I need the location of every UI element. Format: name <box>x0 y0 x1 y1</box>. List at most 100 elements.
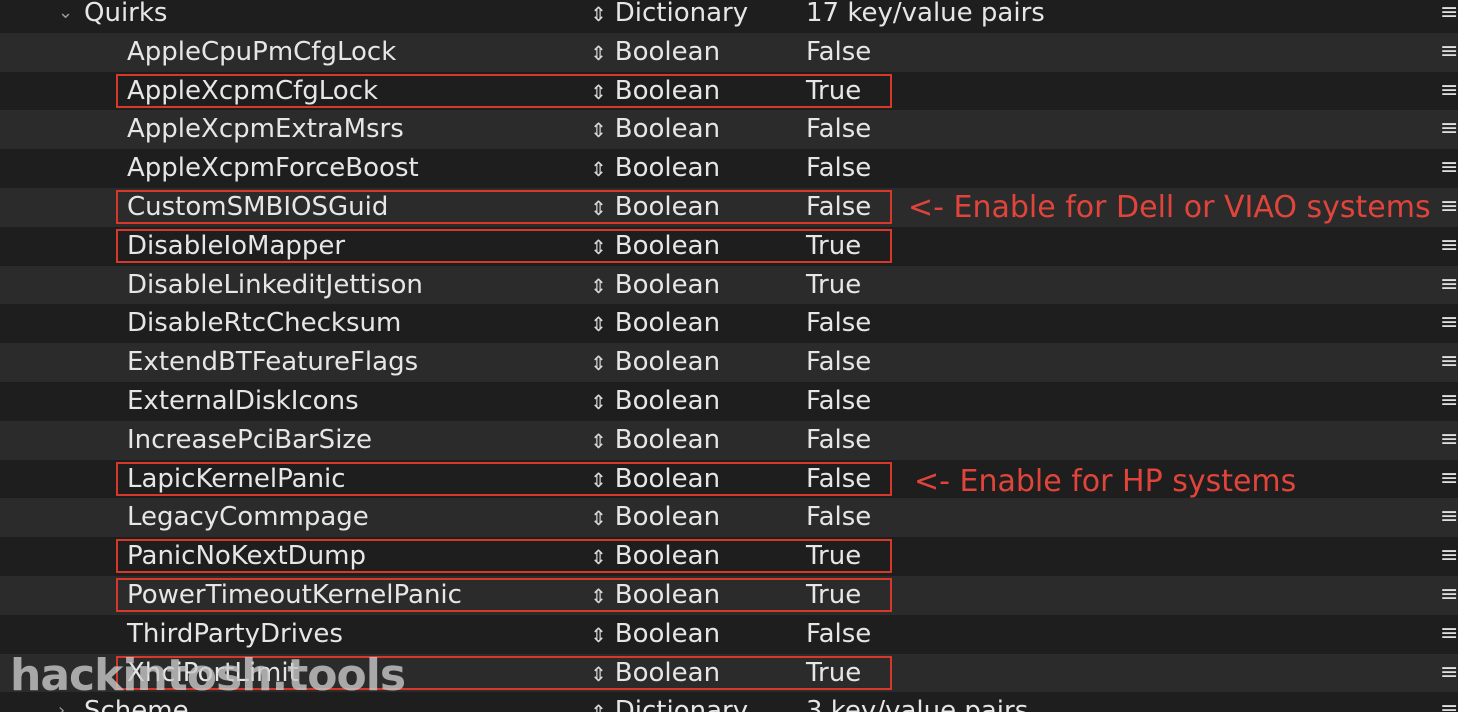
hamburger-menu-icon[interactable]: ≡ <box>1440 498 1458 537</box>
chevron-down-icon[interactable]: ⌄ <box>58 0 73 33</box>
hamburger-menu-icon[interactable]: ≡ <box>1440 537 1458 576</box>
updown-arrow-icon[interactable]: ⇕ <box>590 662 607 686</box>
row-key[interactable]: PowerTimeoutKernelPanic <box>127 576 462 615</box>
row-value[interactable]: True <box>806 266 861 305</box>
row-value[interactable]: False <box>806 343 871 382</box>
row-key[interactable]: ExternalDiskIcons <box>127 382 359 421</box>
row-value[interactable]: False <box>806 149 871 188</box>
hamburger-menu-icon[interactable]: ≡ <box>1440 692 1458 712</box>
hamburger-menu-icon[interactable]: ≡ <box>1440 615 1458 654</box>
row-key[interactable]: PanicNoKextDump <box>127 537 366 576</box>
row-key[interactable]: IncreasePciBarSize <box>127 421 372 460</box>
updown-arrow-icon[interactable]: ⇕ <box>590 312 607 336</box>
row-type[interactable]: ⇕ Boolean <box>590 460 720 500</box>
hamburger-menu-icon[interactable]: ≡ <box>1440 343 1458 382</box>
table-row-quirks[interactable]: ⌄ Quirks ⇕ Dictionary 17 key/value pairs … <box>0 0 1458 33</box>
hamburger-menu-icon[interactable]: ≡ <box>1440 110 1458 149</box>
table-row[interactable]: DisableIoMapper ⇕ Boolean True ≡ <box>0 226 1458 267</box>
updown-arrow-icon[interactable]: ⇕ <box>590 700 607 712</box>
row-value[interactable]: False <box>806 460 871 499</box>
row-key[interactable]: LapicKernelPanic <box>127 460 346 499</box>
updown-arrow-icon[interactable]: ⇕ <box>590 41 607 65</box>
row-type[interactable]: ⇕ Boolean <box>590 149 720 189</box>
updown-arrow-icon[interactable]: ⇕ <box>590 118 607 142</box>
row-value[interactable]: False <box>806 615 871 654</box>
row-type[interactable]: ⇕ Boolean <box>590 110 720 150</box>
row-key[interactable]: AppleXcpmExtraMsrs <box>127 110 404 149</box>
hamburger-menu-icon[interactable]: ≡ <box>1440 33 1458 72</box>
row-type[interactable]: ⇕ Boolean <box>590 654 720 694</box>
row-key[interactable]: AppleXcpmForceBoost <box>127 149 419 188</box>
row-value[interactable]: False <box>806 188 871 227</box>
row-type[interactable]: ⇕ Boolean <box>590 382 720 422</box>
table-row[interactable]: PanicNoKextDump ⇕ Boolean True ≡ <box>0 537 1458 576</box>
row-key[interactable]: DisableLinkeditJettison <box>127 266 423 305</box>
hamburger-menu-icon[interactable]: ≡ <box>1440 227 1458 266</box>
row-type[interactable]: ⇕ Boolean <box>590 343 720 383</box>
hamburger-menu-icon[interactable]: ≡ <box>1440 0 1458 33</box>
row-key[interactable]: ThirdPartyDrives <box>127 615 343 654</box>
hamburger-menu-icon[interactable]: ≡ <box>1440 421 1458 460</box>
updown-arrow-icon[interactable]: ⇕ <box>590 506 607 530</box>
table-row[interactable]: IncreasePciBarSize ⇕ Boolean False ≡ <box>0 420 1458 461</box>
hamburger-menu-icon[interactable]: ≡ <box>1440 72 1458 111</box>
updown-arrow-icon[interactable]: ⇕ <box>590 351 607 375</box>
row-key[interactable]: AppleXcpmCfgLock <box>127 72 378 111</box>
row-type[interactable]: ⇕ Boolean <box>590 498 720 538</box>
table-row[interactable]: AppleXcpmForceBoost ⇕ Boolean False ≡ <box>0 149 1458 188</box>
hamburger-menu-icon[interactable]: ≡ <box>1440 266 1458 305</box>
updown-arrow-icon[interactable]: ⇕ <box>590 80 607 104</box>
row-key[interactable]: CustomSMBIOSGuid <box>127 188 388 227</box>
table-row[interactable]: AppleXcpmCfgLock ⇕ Boolean True ≡ <box>0 71 1458 111</box>
row-key[interactable]: DisableRtcChecksum <box>127 304 401 343</box>
table-row[interactable]: AppleCpuPmCfgLock ⇕ Boolean False ≡ <box>0 32 1458 73</box>
table-row[interactable]: AppleXcpmExtraMsrs ⇕ Boolean False ≡ <box>0 110 1458 150</box>
hamburger-menu-icon[interactable]: ≡ <box>1440 304 1458 343</box>
row-type[interactable]: ⇕ Boolean <box>590 537 720 577</box>
row-type[interactable]: ⇕ Boolean <box>590 266 720 306</box>
row-value[interactable]: False <box>806 382 871 421</box>
row-key[interactable]: Quirks <box>84 0 167 33</box>
table-row[interactable]: ThirdPartyDrives ⇕ Boolean False ≡ <box>0 614 1458 655</box>
row-value[interactable]: True <box>806 537 861 576</box>
row-type[interactable]: ⇕ Boolean <box>590 188 720 228</box>
row-type[interactable]: ⇕ Boolean <box>590 227 720 267</box>
table-row[interactable]: DisableLinkeditJettison ⇕ Boolean True ≡ <box>0 265 1458 306</box>
row-type[interactable]: ⇕ Boolean <box>590 576 720 616</box>
table-row[interactable]: PowerTimeoutKernelPanic ⇕ Boolean True ≡ <box>0 575 1458 616</box>
row-type[interactable]: ⇕ Dictionary <box>590 0 748 34</box>
row-value[interactable]: False <box>806 421 871 460</box>
row-key[interactable]: LegacyCommpage <box>127 498 369 537</box>
updown-arrow-icon[interactable]: ⇕ <box>590 429 607 453</box>
row-value[interactable]: False <box>806 110 871 149</box>
row-value[interactable]: False <box>806 304 871 343</box>
hamburger-menu-icon[interactable]: ≡ <box>1440 576 1458 615</box>
updown-arrow-icon[interactable]: ⇕ <box>590 157 607 181</box>
hamburger-menu-icon[interactable]: ≡ <box>1440 654 1458 693</box>
updown-arrow-icon[interactable]: ⇕ <box>590 196 607 220</box>
row-type[interactable]: ⇕ Boolean <box>590 421 720 461</box>
updown-arrow-icon[interactable]: ⇕ <box>590 584 607 608</box>
updown-arrow-icon[interactable]: ⇕ <box>590 545 607 569</box>
row-value[interactable]: True <box>806 654 861 693</box>
hamburger-menu-icon[interactable]: ≡ <box>1440 149 1458 188</box>
row-type[interactable]: ⇕ Boolean <box>590 615 720 655</box>
updown-arrow-icon[interactable]: ⇕ <box>590 390 607 414</box>
row-value[interactable]: True <box>806 72 861 111</box>
hamburger-menu-icon[interactable]: ≡ <box>1440 382 1458 421</box>
hamburger-menu-icon[interactable]: ≡ <box>1440 188 1458 227</box>
updown-arrow-icon[interactable]: ⇕ <box>590 274 607 298</box>
row-key[interactable]: ExtendBTFeatureFlags <box>127 343 418 382</box>
row-type[interactable]: ⇕ Dictionary <box>590 692 748 712</box>
row-value[interactable]: True <box>806 576 861 615</box>
row-value[interactable]: True <box>806 227 861 266</box>
hamburger-menu-icon[interactable]: ≡ <box>1440 460 1458 499</box>
updown-arrow-icon[interactable]: ⇕ <box>590 623 607 647</box>
row-key[interactable]: DisableIoMapper <box>127 227 345 266</box>
row-type[interactable]: ⇕ Boolean <box>590 33 720 73</box>
row-value[interactable]: False <box>806 33 871 72</box>
updown-arrow-icon[interactable]: ⇕ <box>590 2 607 26</box>
row-value[interactable]: False <box>806 498 871 537</box>
row-key[interactable]: AppleCpuPmCfgLock <box>127 33 396 72</box>
table-row[interactable]: ExternalDiskIcons ⇕ Boolean False ≡ <box>0 381 1458 422</box>
